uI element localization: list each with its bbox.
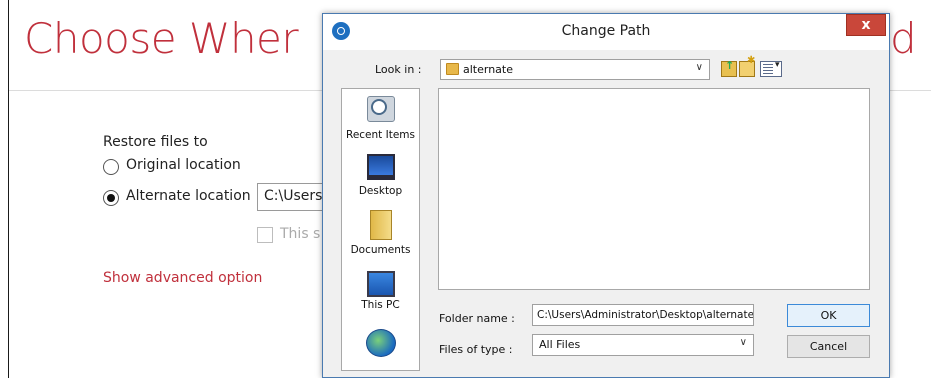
alternate-location-label[interactable]: Alternate location (126, 188, 251, 204)
window-edge (8, 0, 9, 378)
look-in-value: alternate (463, 63, 513, 76)
place-label: Documents (350, 244, 411, 256)
view-menu-icon[interactable] (760, 60, 782, 77)
show-advanced-option-link[interactable]: Show advanced option (103, 270, 262, 286)
place-recent-items[interactable]: Recent Items (342, 93, 419, 148)
place-documents[interactable]: Documents (342, 207, 419, 267)
look-in-dropdown[interactable]: alternate ∨ (440, 59, 710, 80)
up-one-level-icon[interactable] (721, 59, 737, 77)
place-network[interactable] (342, 323, 419, 370)
look-in-label: Look in : (375, 63, 422, 76)
file-list-view[interactable] (438, 88, 870, 290)
network-globe-icon (366, 329, 396, 357)
dialog-title: Change Path (561, 23, 651, 39)
page-title: Choose Wher (24, 14, 299, 63)
place-this-pc[interactable]: This PC (342, 266, 419, 321)
chevron-down-icon: ∨ (695, 62, 703, 73)
change-path-dialog: Change Path x Look in : alternate ∨ Rece… (322, 13, 890, 378)
disabled-checkbox (257, 227, 273, 243)
folder-name-input[interactable]: C:\Users\Administrator\Desktop\alternate (532, 304, 754, 326)
files-of-type-dropdown[interactable]: All Files ∨ (532, 334, 754, 356)
cancel-button[interactable]: Cancel (787, 335, 870, 358)
ok-button[interactable]: OK (787, 304, 870, 327)
files-of-type-label: Files of type : (439, 343, 513, 356)
new-folder-icon[interactable] (739, 55, 755, 77)
desktop-icon (367, 154, 395, 180)
files-of-type-value: All Files (539, 338, 581, 351)
recent-items-icon (367, 96, 395, 122)
documents-icon (370, 210, 392, 240)
place-label: This PC (361, 299, 400, 311)
place-label: Desktop (358, 185, 403, 197)
original-location-radio[interactable] (103, 159, 119, 175)
original-location-label[interactable]: Original location (126, 157, 241, 173)
alternate-location-radio[interactable] (103, 190, 119, 206)
restore-files-label: Restore files to (103, 134, 208, 150)
dialog-body: Look in : alternate ∨ Recent Items Deskt… (323, 50, 889, 377)
close-button[interactable]: x (846, 14, 886, 36)
dialog-titlebar[interactable]: Change Path x (323, 14, 889, 50)
folder-icon (446, 63, 459, 75)
places-bar: Recent Items Desktop Documents This PC (341, 88, 420, 371)
place-label: Recent Items (346, 129, 415, 141)
computer-icon (367, 271, 395, 297)
folder-name-label: Folder name : (439, 312, 515, 325)
page-title-tail: d (890, 14, 917, 63)
chevron-down-icon: ∨ (739, 337, 747, 348)
screen: Choose Wher d Restore files to Original … (0, 0, 931, 378)
disabled-checkbox-label: This s (280, 226, 321, 242)
place-desktop[interactable]: Desktop (342, 151, 419, 206)
